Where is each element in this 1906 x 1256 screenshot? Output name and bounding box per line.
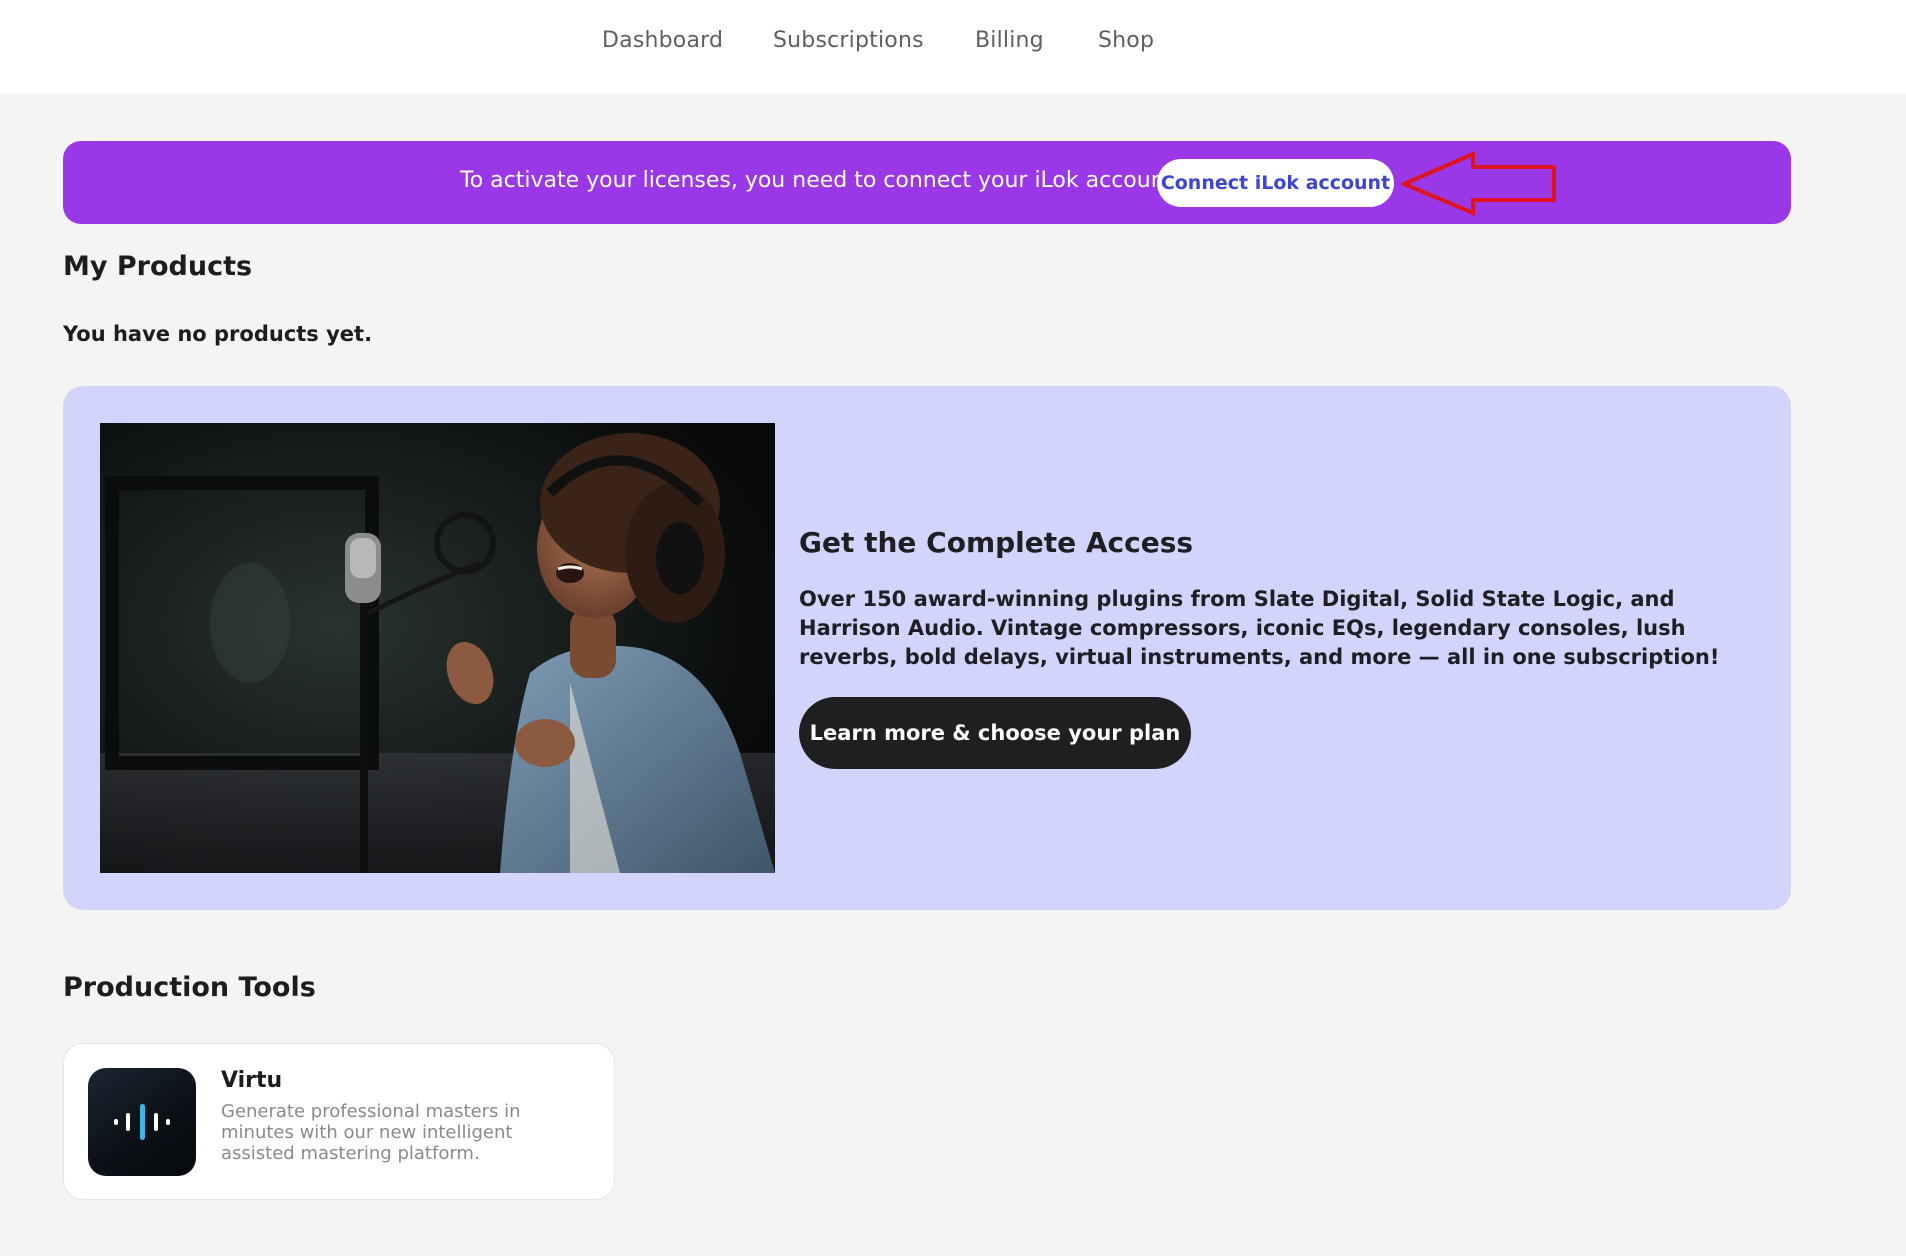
red-arrow-annotation-icon <box>1401 151 1556 217</box>
tool-card-virtu[interactable]: Virtu Generate professional masters in m… <box>63 1043 615 1200</box>
connect-ilok-button[interactable]: Connect iLok account <box>1157 159 1394 207</box>
complete-access-promo-card: Get the Complete Access Over 150 award-w… <box>63 386 1791 910</box>
nav-dashboard[interactable]: Dashboard <box>602 28 723 53</box>
promo-heading: Get the Complete Access <box>799 526 1194 559</box>
waveform-icon <box>88 1068 196 1176</box>
tool-description: Generate professional masters in minutes… <box>221 1101 521 1164</box>
promo-description: Over 150 award-winning plugins from Slat… <box>799 587 1720 669</box>
production-tools-title: Production Tools <box>63 972 316 1003</box>
my-products-title: My Products <box>63 251 253 282</box>
nav-shop[interactable]: Shop <box>1098 28 1154 53</box>
nav-billing[interactable]: Billing <box>975 28 1044 53</box>
top-navigation: Dashboard Subscriptions Billing Shop <box>0 0 1906 93</box>
learn-more-choose-plan-button[interactable]: Learn more & choose your plan <box>799 697 1191 769</box>
ilok-banner-message: To activate your licenses, you need to c… <box>460 168 1181 193</box>
tool-name: Virtu <box>221 1068 283 1093</box>
nav-subscriptions[interactable]: Subscriptions <box>773 28 924 53</box>
singer-in-studio-photo <box>100 423 775 873</box>
no-products-message: You have no products yet. <box>63 322 373 346</box>
